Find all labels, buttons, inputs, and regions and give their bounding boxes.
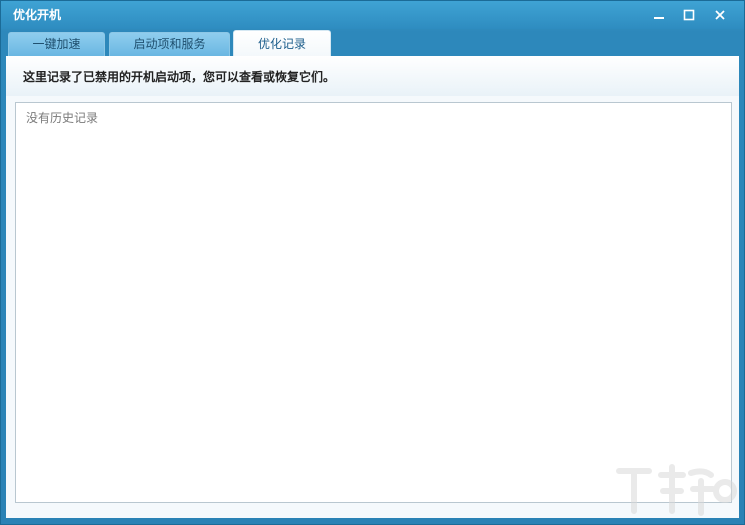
window-title: 优化开机	[13, 8, 62, 22]
history-list[interactable]: 没有历史记录	[15, 102, 732, 503]
tab-one-click-speedup[interactable]: 一键加速	[8, 32, 105, 56]
history-panel: 这里记录了已禁用的开机启动项，您可以查看或恢复它们。 没有历史记录	[6, 56, 739, 518]
minimize-button[interactable]	[649, 5, 669, 25]
close-button[interactable]	[710, 5, 730, 25]
window: 优化开机 一键加速 启动项和服务 优化记录 这里记录了已禁用的开机启动项，您可以…	[0, 0, 745, 525]
maximize-icon	[683, 9, 695, 21]
panel-header: 这里记录了已禁用的开机启动项，您可以查看或恢复它们。	[6, 56, 739, 96]
panel-description: 这里记录了已禁用的开机启动项，您可以查看或恢复它们。	[23, 70, 336, 84]
title-bar[interactable]: 优化开机	[1, 1, 744, 29]
close-icon	[715, 10, 725, 20]
tab-startup-items-services[interactable]: 启动项和服务	[109, 32, 230, 56]
tab-optimization-history[interactable]: 优化记录	[233, 30, 331, 57]
empty-history-text: 没有历史记录	[26, 111, 99, 125]
minimize-icon	[654, 17, 664, 19]
maximize-button[interactable]	[679, 5, 699, 25]
tab-bar: 一键加速 启动项和服务 优化记录	[8, 30, 738, 57]
watermark-logo	[616, 464, 737, 516]
